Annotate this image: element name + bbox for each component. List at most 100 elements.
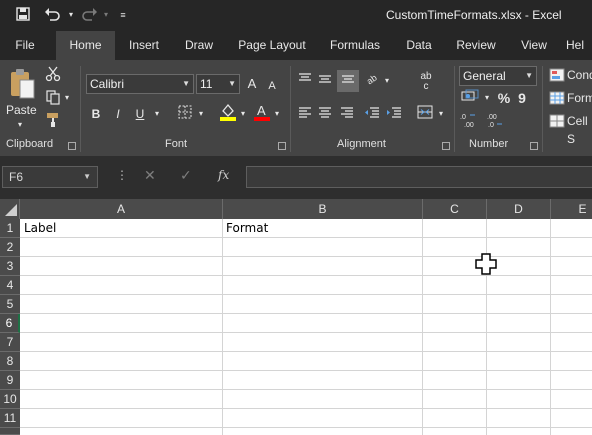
accounting-format-icon[interactable]	[460, 89, 480, 108]
increase-decimal-icon[interactable]: .0.00	[460, 112, 480, 133]
copy-icon[interactable]	[44, 89, 62, 110]
row-header-5[interactable]: 5	[0, 295, 20, 314]
name-box[interactable]: F6 ▼	[2, 166, 98, 188]
align-center-icon[interactable]	[316, 105, 334, 123]
save-icon[interactable]	[14, 6, 32, 24]
underline-button[interactable]: U	[132, 105, 148, 123]
column-header-c[interactable]: C	[423, 199, 487, 219]
row-header-7[interactable]: 7	[0, 333, 20, 352]
decrease-indent-icon[interactable]	[362, 105, 382, 123]
cancel-icon[interactable]: ✕	[144, 167, 160, 184]
divider	[542, 66, 543, 152]
row-header-6[interactable]: 6	[0, 314, 20, 333]
tab-review[interactable]: Review	[450, 31, 502, 60]
tab-formulas[interactable]: Formulas	[324, 31, 386, 60]
middle-align-icon[interactable]	[316, 72, 334, 90]
row-header-8[interactable]: 8	[0, 352, 20, 371]
underline-dropdown-icon[interactable]: ▾	[152, 105, 162, 123]
orientation-icon[interactable]: ab	[364, 71, 382, 90]
row-header-4[interactable]: 4	[0, 276, 20, 295]
row-header-9[interactable]: 9	[0, 371, 20, 390]
cell-b1[interactable]: Format	[226, 221, 268, 235]
format-as-table-button[interactable]: Form	[567, 89, 592, 107]
font-color-dropdown-icon[interactable]: ▾	[272, 105, 282, 123]
paste-dropdown-icon[interactable]: ▾	[12, 116, 28, 134]
percent-button[interactable]: %	[496, 89, 512, 107]
column-header-e[interactable]: E	[551, 199, 592, 219]
gridline	[20, 427, 592, 428]
merge-center-icon[interactable]	[416, 105, 434, 124]
number-format-select[interactable]: General ▼	[459, 66, 537, 86]
comma-style-button[interactable]: 9	[516, 89, 528, 107]
redo-dropdown-icon[interactable]: ▾	[97, 6, 115, 24]
bold-button[interactable]: B	[88, 105, 104, 123]
alignment-launcher-icon[interactable]	[442, 142, 450, 150]
borders-icon[interactable]	[176, 105, 194, 124]
conditional-formatting-icon[interactable]	[548, 68, 566, 87]
accounting-dropdown-icon[interactable]: ▾	[482, 89, 492, 107]
wrap-text-button[interactable]: ab c	[416, 72, 436, 92]
column-header-d[interactable]: D	[487, 199, 551, 219]
undo-icon[interactable]	[44, 6, 62, 24]
borders-dropdown-icon[interactable]: ▾	[196, 105, 206, 123]
font-color-icon[interactable]: A	[252, 102, 272, 127]
copy-dropdown-icon[interactable]: ▾	[62, 89, 72, 107]
increase-indent-icon[interactable]	[384, 105, 404, 123]
cut-icon[interactable]	[44, 66, 62, 87]
tab-file[interactable]: File	[6, 31, 44, 60]
clipboard-launcher-icon[interactable]	[68, 142, 76, 150]
number-launcher-icon[interactable]	[530, 142, 538, 150]
column-header-b[interactable]: B	[223, 199, 423, 219]
fill-color-dropdown-icon[interactable]: ▾	[238, 105, 248, 123]
undo-dropdown-icon[interactable]: ▾	[62, 6, 80, 24]
row-header-1[interactable]: 1	[0, 219, 20, 238]
select-all-button[interactable]	[0, 199, 20, 219]
tab-help[interactable]: Hel	[566, 31, 592, 60]
row-header-10[interactable]: 10	[0, 390, 20, 409]
row-header-12[interactable]	[0, 428, 20, 435]
font-launcher-icon[interactable]	[278, 142, 286, 150]
italic-button[interactable]: I	[110, 105, 126, 123]
tab-insert[interactable]: Insert	[120, 31, 168, 60]
column-header-a[interactable]: A	[20, 199, 223, 219]
cell-styles-button[interactable]: Cell S	[567, 112, 592, 148]
cell-a1[interactable]: Label	[24, 221, 56, 235]
row-header-2[interactable]: 2	[0, 238, 20, 257]
number-format-value: General	[463, 69, 506, 83]
gridline	[20, 294, 592, 295]
svg-text:.00: .00	[487, 114, 497, 121]
enter-icon[interactable]: ✓	[180, 167, 196, 184]
conditional-formatting-button[interactable]: Cond	[567, 66, 592, 84]
gridline	[550, 219, 551, 435]
tab-draw[interactable]: Draw	[178, 31, 220, 60]
insert-function-icon[interactable]: fx	[218, 168, 236, 182]
merge-dropdown-icon[interactable]: ▾	[436, 105, 446, 123]
fill-color-icon[interactable]	[218, 102, 238, 127]
row-header-11[interactable]: 11	[0, 409, 20, 428]
row-header-3[interactable]: 3	[0, 257, 20, 276]
format-as-table-icon[interactable]	[548, 91, 566, 110]
orientation-dropdown-icon[interactable]: ▾	[382, 72, 392, 90]
cell-styles-icon[interactable]	[548, 114, 566, 133]
font-size-select[interactable]: 11 ▼	[196, 74, 240, 94]
tab-view[interactable]: View	[512, 31, 556, 60]
shrink-font-button[interactable]: A	[265, 77, 279, 95]
paste-icon[interactable]	[8, 68, 36, 100]
align-right-icon[interactable]	[338, 105, 356, 123]
tab-home[interactable]: Home	[56, 31, 115, 60]
decrease-decimal-icon[interactable]: .00.0	[484, 112, 504, 133]
tab-page-layout[interactable]: Page Layout	[232, 31, 312, 60]
formula-input[interactable]	[246, 166, 592, 188]
grow-font-button[interactable]: A	[245, 75, 259, 93]
bottom-align-icon[interactable]	[337, 70, 359, 92]
customize-icon[interactable]: ≡	[114, 6, 132, 24]
top-align-icon[interactable]	[296, 72, 314, 90]
align-left-icon[interactable]	[296, 105, 314, 123]
window-title: CustomTimeFormats.xlsx - Excel	[386, 8, 562, 22]
format-painter-icon[interactable]	[44, 112, 62, 133]
more-options-icon[interactable]: ⋮	[116, 168, 128, 182]
font-name-select[interactable]: Calibri ▼	[86, 74, 194, 94]
tab-data[interactable]: Data	[398, 31, 440, 60]
redo-icon[interactable]	[80, 6, 98, 24]
alignment-group-label: Alignment	[337, 138, 386, 150]
